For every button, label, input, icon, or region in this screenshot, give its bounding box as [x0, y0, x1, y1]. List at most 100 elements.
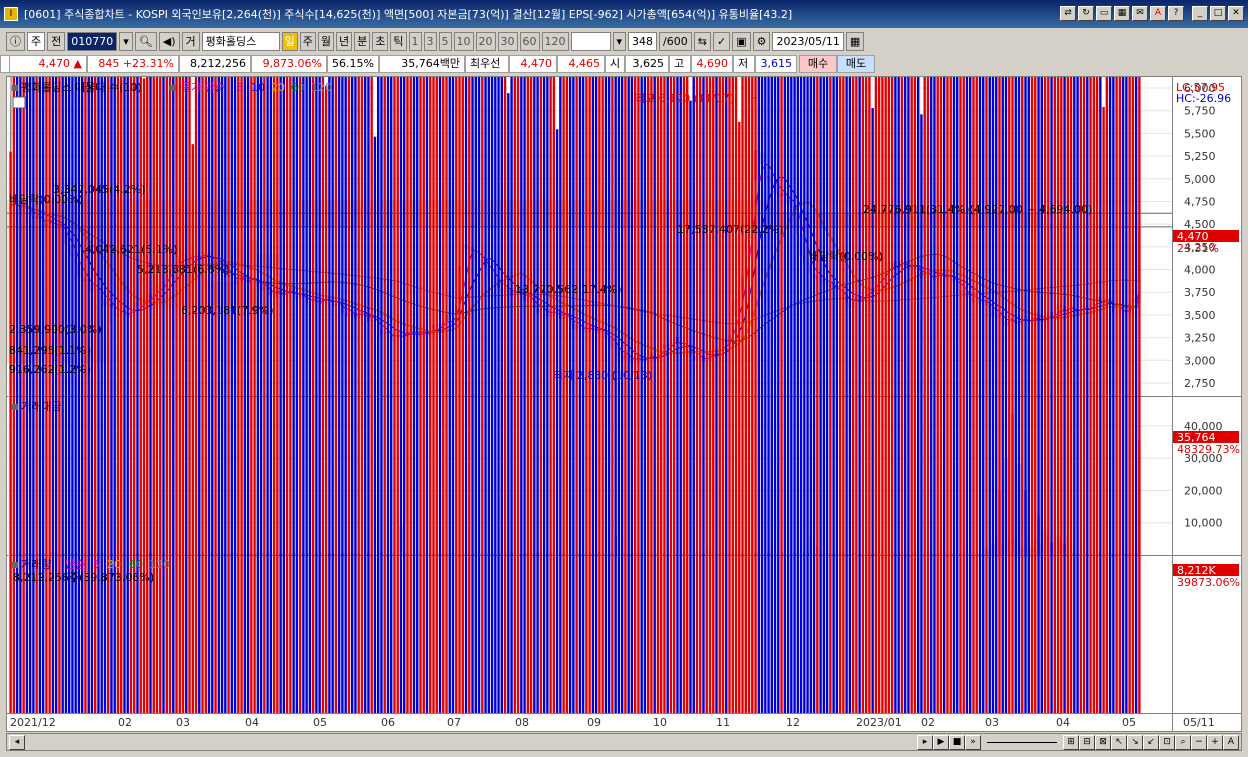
settings-icon[interactable]: ⚙ [752, 31, 771, 51]
date-label: 02 [921, 716, 935, 729]
ma10-label: 10 [251, 81, 265, 94]
period-minute[interactable]: 분 [354, 31, 371, 51]
volume-bar [868, 0, 871, 713]
search-icon[interactable]: 🔍︎ [134, 31, 157, 51]
volume-bar [337, 0, 341, 713]
interval-3[interactable]: 3 [423, 31, 437, 51]
help-icon[interactable]: ? [1168, 6, 1184, 21]
scrollbar[interactable]: ◂ ▸ ▶ ■ » ⊞ ⊟ ⊠ ↖ ↘ ↙ ⊡ ⌕ − + A [6, 733, 1242, 751]
zoom-icon[interactable]: ⌕ [1175, 734, 1191, 750]
volume-bar [279, 0, 282, 713]
table-icon[interactable] [12, 96, 26, 109]
period-day[interactable]: 일 [281, 31, 298, 51]
ma20-label: 20 [271, 81, 285, 94]
font-size-icon[interactable]: A [1223, 734, 1239, 750]
volume-profile-label: 841,295(1.1%) [9, 344, 91, 357]
grid-icon[interactable]: ▦ [1114, 6, 1130, 21]
price-tick: 5,500 [1184, 127, 1216, 140]
ma120-label: 120 [311, 81, 332, 94]
interval-input[interactable] [570, 31, 611, 51]
chart-area[interactable]: 6,000 5,750 5,500 5,250 5,000 4,750 4,500 4,250… [6, 0, 1242, 732]
volume-bar [1043, 0, 1047, 713]
volume-bar [477, 0, 481, 713]
volume-bar [887, 0, 891, 713]
volume-bar [113, 0, 116, 713]
fast-forward-icon[interactable]: » [965, 734, 981, 750]
save-icon[interactable]: ✉ [1132, 6, 1148, 21]
close-button[interactable]: ✕ [1228, 6, 1244, 21]
calendar-icon[interactable]: ▦ [845, 31, 865, 51]
date-label: 08 [515, 716, 529, 729]
prev-button[interactable]: 전 [47, 31, 66, 51]
interval-30[interactable]: 30 [497, 31, 518, 51]
volume-bar [175, 0, 178, 713]
tool-icon[interactable]: ⊟ [1079, 734, 1095, 750]
font-icon[interactable]: A [1150, 6, 1166, 21]
zoom-in-icon[interactable]: + [1207, 734, 1223, 750]
interval-5[interactable]: 5 [438, 31, 452, 51]
zoom-slider[interactable] [987, 741, 1057, 743]
maximize-button[interactable]: □ [1210, 6, 1226, 21]
period-month[interactable]: 월 [317, 31, 335, 51]
volume-bar [315, 0, 318, 713]
volume-bar [572, 0, 575, 713]
play-icon[interactable]: ▶ [933, 734, 949, 750]
tool-icon[interactable]: ⊠ [1095, 734, 1111, 750]
period-year[interactable]: 년 [336, 31, 353, 51]
period-second[interactable]: 초 [372, 31, 389, 51]
interval-dropdown-icon[interactable]: ▾ [612, 31, 627, 51]
interval-120[interactable]: 120 [541, 31, 569, 51]
arrow-icon[interactable]: ↖ [1111, 734, 1127, 750]
volume-bar [1102, 106, 1105, 713]
stop-icon[interactable]: ■ [949, 734, 965, 750]
minimize-button[interactable]: _ [1192, 6, 1208, 21]
volume-bar [1099, 0, 1102, 713]
code-dropdown-icon[interactable]: ▾ [119, 31, 133, 51]
volume-bar [933, 0, 936, 714]
tool-icon[interactable]: ⊡ [1159, 734, 1175, 750]
stock-info-icon[interactable]: ⓘ [6, 31, 25, 51]
volume-bar [611, 0, 614, 713]
volume-bar [819, 0, 822, 713]
market-select[interactable]: 주 [27, 31, 46, 51]
code-input[interactable]: 010770 [67, 31, 118, 51]
chart-svg[interactable]: 6,0005,7505,5005,2505,0004,7504,5004,250… [7, 0, 1241, 731]
scroll-left-icon[interactable]: ◂ [9, 734, 25, 750]
arrow-icon[interactable]: ↙ [1143, 734, 1159, 750]
buy-button[interactable]: 매수 [799, 54, 837, 73]
zoom-out-icon[interactable]: − [1191, 734, 1207, 750]
volume-bar [594, 0, 598, 714]
interval-1[interactable]: 1 [408, 31, 422, 51]
interval-10[interactable]: 10 [453, 31, 474, 51]
window-icon[interactable]: ▭ [1096, 6, 1112, 21]
date-label: 09 [587, 716, 601, 729]
period-tick[interactable]: 틱 [390, 31, 407, 51]
amount-tick: 20,000 [1184, 484, 1223, 497]
indicator-icon[interactable]: ✓ [712, 31, 731, 51]
sell-button[interactable]: 매도 [837, 54, 875, 73]
volume-bar [692, 0, 695, 713]
refresh-icon[interactable]: ↻ [1078, 6, 1094, 21]
volume-bar [884, 0, 887, 714]
volume-bar [120, 0, 123, 714]
volume-bar [900, 0, 904, 713]
volume-bar [90, 0, 94, 713]
interval-20[interactable]: 20 [475, 31, 496, 51]
speaker-icon[interactable]: ◀) [158, 31, 180, 51]
interval-60[interactable]: 60 [519, 31, 540, 51]
scroll-right-icon[interactable]: ▸ [917, 734, 933, 750]
volume-bar [949, 0, 952, 713]
compare-icon[interactable]: ⇆ [693, 31, 711, 51]
volume-bar [250, 0, 253, 714]
link-icon[interactable]: ⇄ [1060, 6, 1076, 21]
tool-icon[interactable]: ⊞ [1063, 734, 1079, 750]
volume-bar [399, 0, 403, 713]
volume-bar [581, 0, 585, 713]
period-week[interactable]: 주 [299, 31, 316, 51]
arrow-icon[interactable]: ↘ [1127, 734, 1143, 750]
volume-bar [373, 136, 377, 713]
stock-name: 평화홀딩스 [201, 31, 280, 51]
count-input[interactable]: 348 [628, 31, 658, 51]
date-input[interactable]: 2023/05/11 [772, 31, 844, 51]
save-icon[interactable]: ▣ [732, 31, 751, 51]
